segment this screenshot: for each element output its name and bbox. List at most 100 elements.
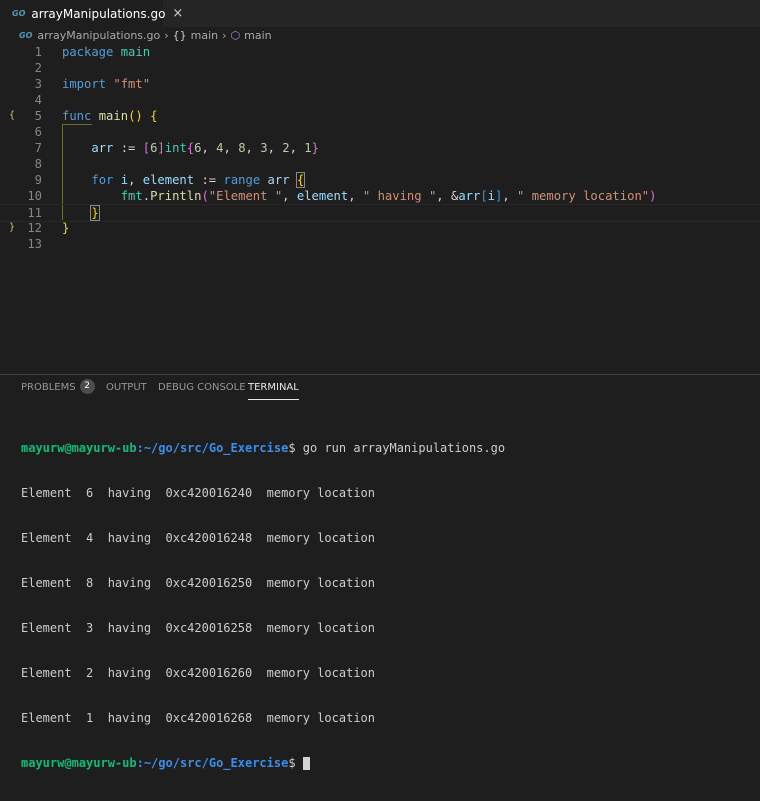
bottom-panel: PROBLEMS 2 OUTPUT DEBUG CONSOLE TERMINAL … — [0, 374, 760, 770]
panel-tabs: PROBLEMS 2 OUTPUT DEBUG CONSOLE TERMINAL — [0, 375, 760, 401]
variable: i — [120, 173, 129, 187]
bracket: } — [62, 221, 70, 235]
line-number: 9 — [34, 173, 42, 187]
breadcrumb-function[interactable]: main — [244, 29, 271, 42]
matched-bracket: } — [90, 205, 100, 221]
line-number: 6 — [34, 125, 42, 139]
function-name: Println — [150, 189, 202, 203]
go-file-icon: GO — [12, 9, 26, 18]
chevron-right-icon: › — [222, 29, 227, 42]
line-number: 8 — [34, 157, 42, 171]
variable: arr — [267, 173, 290, 187]
keyword: range — [223, 173, 261, 187]
code-line: } 12 } — [0, 220, 760, 236]
code-line: 7 arr := [6]int{6, 4, 8, 3, 2, 1} — [0, 140, 760, 156]
go-file-icon: GO — [19, 31, 33, 40]
code-line: 13 — [0, 236, 760, 252]
tab-label: arrayManipulations.go — [31, 6, 166, 21]
code-line: 10 fmt.Println("Element ", element, " ha… — [0, 188, 760, 204]
string: "fmt" — [113, 77, 151, 91]
variable: i — [487, 189, 496, 203]
line-number: 3 — [34, 77, 42, 91]
bracket: ( — [201, 189, 209, 203]
tab-problems[interactable]: PROBLEMS 2 — [21, 375, 95, 401]
bracket: ] — [495, 189, 503, 203]
number: 2 — [282, 141, 290, 155]
breadcrumb-file[interactable]: arrayManipulations.go — [37, 29, 160, 42]
line-number: 11 — [27, 206, 42, 220]
terminal-output-line: Element 6 having 0xc420016240 memory loc… — [21, 486, 376, 500]
terminal-line: mayurw@mayurw-ub:~/go/src/Go_Exercise$ — [21, 756, 505, 771]
line-number: 10 — [27, 189, 42, 203]
variable: element — [296, 189, 349, 203]
keyword: package — [62, 45, 114, 59]
string: " having " — [362, 189, 437, 203]
code-line: { 5 func main() { — [0, 108, 760, 124]
prompt-symbol: $ — [288, 441, 296, 455]
close-icon[interactable]: × — [172, 6, 183, 21]
type: int — [164, 141, 187, 155]
number: 6 — [194, 141, 202, 155]
keyword: import — [62, 77, 107, 91]
prompt-symbol: $ — [288, 756, 296, 770]
code-editor[interactable]: 1 package main 2 3 import "fmt" 4 { 5 fu… — [0, 44, 760, 374]
variable: element — [142, 173, 195, 187]
breadcrumb-package[interactable]: main — [191, 29, 218, 42]
string: " memory location" — [517, 189, 650, 203]
tab-debug-console[interactable]: DEBUG CONSOLE — [158, 375, 246, 401]
line-number: 4 — [34, 93, 42, 107]
bracket: ) — [649, 189, 657, 203]
terminal-cursor — [302, 757, 310, 770]
problems-count-badge: 2 — [79, 378, 95, 394]
bracket: [ — [480, 189, 488, 203]
tab-problems-label: PROBLEMS — [21, 382, 76, 393]
prompt-path: :~/go/src/Go_Exercise — [136, 756, 289, 770]
code-line: 8 — [0, 156, 760, 172]
terminal-command: go run arrayManipulations.go — [295, 441, 506, 455]
bracket: ) — [135, 109, 143, 123]
line-number: 13 — [27, 237, 42, 251]
number: 1 — [304, 141, 312, 155]
code-line: 1 package main — [0, 44, 760, 60]
tab-bar: GO arrayManipulations.go × — [0, 0, 760, 27]
number: 3 — [260, 141, 268, 155]
line-number: 1 — [34, 45, 42, 59]
cube-icon: ⬡ — [230, 29, 241, 42]
prompt-user-host: mayurw@mayurw-ub — [21, 756, 137, 770]
terminal-output-line: Element 1 having 0xc420016268 memory loc… — [21, 711, 376, 725]
code-line: 6 — [0, 124, 760, 140]
prompt-path: :~/go/src/Go_Exercise — [136, 441, 289, 455]
tab-terminal[interactable]: TERMINAL — [248, 375, 299, 400]
variable: arr — [91, 141, 114, 155]
variable: arr — [458, 189, 481, 203]
matched-bracket: { — [295, 172, 306, 188]
terminal-output-line: Element 2 having 0xc420016260 memory loc… — [21, 666, 376, 680]
bracket: { — [150, 109, 158, 123]
identifier: main — [120, 45, 151, 59]
terminal-output-line: Element 4 having 0xc420016248 memory loc… — [21, 531, 376, 545]
braces-icon: {} — [172, 29, 187, 42]
bracket: [ — [142, 141, 151, 155]
terminal-output-line: Element 3 having 0xc420016258 memory loc… — [21, 621, 376, 635]
line-number: 2 — [34, 61, 42, 75]
chevron-right-icon: › — [164, 29, 169, 42]
code-line: 3 import "fmt" — [0, 76, 760, 92]
code-line: 2 — [0, 60, 760, 76]
terminal-line: mayurw@mayurw-ub:~/go/src/Go_Exercise$ g… — [21, 441, 505, 456]
bracket: ] — [157, 141, 165, 155]
number: 8 — [238, 141, 246, 155]
code-line: 9 for i, element := range arr { — [0, 172, 760, 188]
package-name: fmt — [120, 189, 143, 203]
operator: := — [113, 141, 143, 155]
line-number: 5 — [34, 109, 42, 123]
prompt-user-host: mayurw@mayurw-ub — [21, 441, 137, 455]
editor-tab-arraymanipulations[interactable]: GO arrayManipulations.go × — [0, 0, 183, 27]
bracket: } — [311, 141, 319, 155]
keyword: for — [91, 173, 114, 187]
function-name: main — [98, 109, 129, 123]
terminal[interactable]: mayurw@mayurw-ub:~/go/src/Go_Exercise$ g… — [21, 411, 505, 801]
keyword: func — [62, 109, 92, 123]
string: "Element " — [208, 189, 283, 203]
tab-output[interactable]: OUTPUT — [106, 375, 147, 401]
code-line: 4 — [0, 92, 760, 108]
